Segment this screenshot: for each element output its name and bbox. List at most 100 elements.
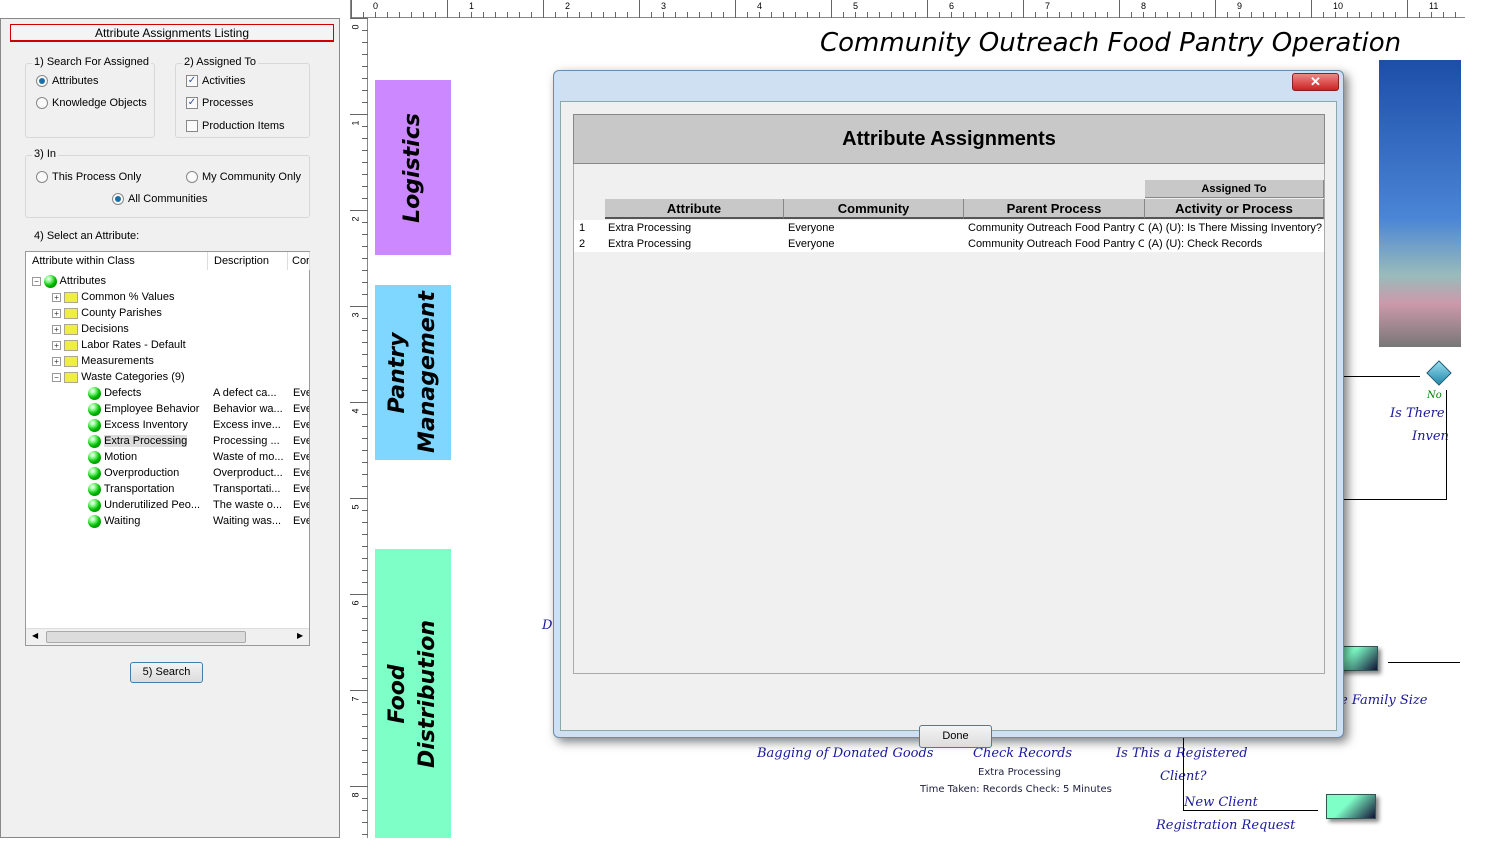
col-activity-or-process[interactable]: Activity or Process	[1145, 199, 1324, 219]
done-button[interactable]: Done	[919, 725, 992, 748]
tree-root[interactable]: − Attributes	[32, 273, 106, 289]
attribute-ball-icon	[88, 418, 101, 432]
tree-folder[interactable]: + Measurements	[52, 353, 154, 369]
vertical-ruler: 0 1 2 3 4 5 6 7 8	[350, 18, 368, 838]
tree-item[interactable]: Excess Inventory	[88, 417, 208, 433]
option-label: My Community Only	[202, 171, 302, 183]
expand-icon[interactable]: +	[52, 293, 61, 302]
option-label: All Communities	[128, 193, 208, 205]
col-attribute[interactable]: Attribute	[605, 199, 784, 219]
activity-check-records[interactable]: Check Records	[973, 746, 1072, 761]
item-community: Eve	[293, 435, 309, 447]
activity-box[interactable]	[1326, 794, 1376, 819]
tree-label: Excess Inventory	[104, 419, 188, 431]
tree-folder[interactable]: + Labor Rates - Default	[52, 337, 186, 353]
scroll-thumb[interactable]	[46, 631, 246, 643]
expand-icon[interactable]: +	[52, 341, 61, 350]
col-attribute-within-class[interactable]: Attribute within Class	[26, 252, 208, 270]
cell-parent-process: Community Outreach Food Pantry O	[968, 222, 1144, 234]
search-button[interactable]: 5) Search	[130, 662, 203, 683]
col-parent-process[interactable]: Parent Process	[964, 199, 1145, 219]
tree-label: Underutilized Peo...	[104, 499, 201, 511]
cell-activity: (A) (U): Is There Missing Inventory?	[1148, 222, 1323, 234]
tree-label: Transportation	[103, 483, 175, 495]
panel-title: Attribute Assignments Listing	[10, 24, 334, 42]
ruler-tick-label: 2	[350, 216, 361, 222]
collapse-icon[interactable]: −	[32, 277, 41, 286]
expand-icon[interactable]: +	[52, 309, 61, 318]
item-description: Transportati...	[213, 483, 281, 495]
attribute-tree[interactable]: Attribute within Class Description Cor −…	[25, 251, 310, 646]
attribute-ball-icon	[88, 434, 101, 448]
tree-item[interactable]: Waiting	[88, 513, 208, 529]
radio-knowledge-objects[interactable]: Knowledge Objects	[36, 97, 147, 109]
scroll-right-icon[interactable]: ▶	[297, 631, 303, 640]
check-activities[interactable]: ✓ Activities	[186, 75, 245, 87]
diagram-title: Community Outreach Food Pantry Operation	[820, 28, 1402, 58]
expand-icon[interactable]: +	[52, 357, 61, 366]
attribute-listing-panel: Attribute Assignments Listing 1) Search …	[0, 18, 340, 838]
tree-label: Common % Values	[81, 291, 175, 303]
assigned-to-group: 2) Assigned To ✓ Activities ✓ Processes Pr…	[175, 56, 310, 138]
time-annotation: Time Taken: Records Check: 5 Minutes	[920, 784, 1112, 795]
radio-my-community[interactable]: My Community Only	[186, 171, 301, 183]
col-description[interactable]: Description	[208, 252, 288, 270]
horizontal-scrollbar[interactable]: ◀ ▶	[26, 628, 309, 645]
dialog-header: Attribute Assignments	[573, 114, 1325, 164]
item-description: Processing ...	[213, 435, 280, 447]
building-photo	[1379, 60, 1461, 347]
radio-icon	[186, 171, 198, 183]
radio-this-process[interactable]: This Process Only	[36, 171, 141, 183]
scroll-left-icon[interactable]: ◀	[32, 631, 38, 640]
ruler-tick-label: 0	[350, 24, 361, 30]
tree-folder[interactable]: − Waste Categories (9)	[52, 369, 185, 385]
horizontal-ruler: 0 1 2 3 4 5 6 7 8 9 10 11	[350, 0, 1465, 18]
checkbox-icon	[186, 120, 198, 132]
tree-folder[interactable]: + Decisions	[52, 321, 129, 337]
check-processes[interactable]: ✓ Processes	[186, 97, 253, 109]
connector	[1388, 662, 1460, 663]
cell-parent-process: Community Outreach Food Pantry O	[968, 238, 1144, 250]
assigned-to-label: 2) Assigned To	[182, 56, 258, 68]
ruler-tick-label: 4	[757, 1, 763, 11]
lane-logistics[interactable]: Logistics	[375, 80, 451, 255]
row-number: 1	[579, 222, 586, 234]
assignments-grid[interactable]: Assigned To Attribute Community Parent P…	[573, 164, 1325, 674]
tree-folder[interactable]: + County Parishes	[52, 305, 162, 321]
expand-icon[interactable]: +	[52, 325, 61, 334]
tree-item[interactable]: Underutilized Peo...	[88, 497, 208, 513]
collapse-icon[interactable]: −	[52, 373, 61, 382]
tree-item[interactable]: Overproduction	[88, 465, 208, 481]
cell-attribute: Extra Processing	[608, 222, 692, 234]
close-button[interactable]: ✕	[1292, 73, 1339, 91]
tree-item[interactable]: Extra Processing	[88, 433, 208, 449]
tree-item[interactable]: Motion	[88, 449, 208, 465]
attribute-ball-icon	[88, 498, 101, 512]
tree-label: County Parishes	[81, 307, 162, 319]
item-community: Eve	[293, 403, 309, 415]
folder-icon	[64, 323, 79, 335]
lane-label: Food Distribution	[385, 619, 441, 768]
radio-all-communities[interactable]: All Communities	[112, 193, 207, 205]
col-community[interactable]: Community	[784, 199, 964, 219]
tree-label: Waste Categories (9)	[81, 371, 185, 383]
item-community: Eve	[293, 499, 309, 511]
decision-registered[interactable]: Is This a Registered	[1116, 746, 1248, 761]
tree-folder[interactable]: + Common % Values	[52, 289, 174, 305]
ruler-tick-label: 10	[1333, 1, 1344, 11]
check-production-items[interactable]: Production Items	[186, 120, 285, 132]
activity-bagging[interactable]: Bagging of Donated Goods	[757, 746, 933, 761]
radio-attributes[interactable]: Attributes	[36, 75, 98, 87]
lane-pantry-management[interactable]: Pantry Management	[375, 285, 451, 460]
tree-item[interactable]: Employee Behavior	[88, 401, 208, 417]
activity-text: D	[542, 618, 553, 633]
attribute-ball-icon	[88, 514, 101, 528]
tree-item[interactable]: Transportation	[88, 481, 208, 497]
tree-item[interactable]: Defects	[88, 385, 208, 401]
col-community[interactable]: Cor	[288, 252, 310, 270]
option-label: Attributes	[52, 75, 99, 87]
ruler-tick-label: 8	[350, 792, 361, 798]
lane-food-distribution[interactable]: Food Distribution	[375, 549, 451, 838]
ruler-tick-label: 6	[949, 1, 955, 11]
tree-label: Decisions	[81, 323, 129, 335]
